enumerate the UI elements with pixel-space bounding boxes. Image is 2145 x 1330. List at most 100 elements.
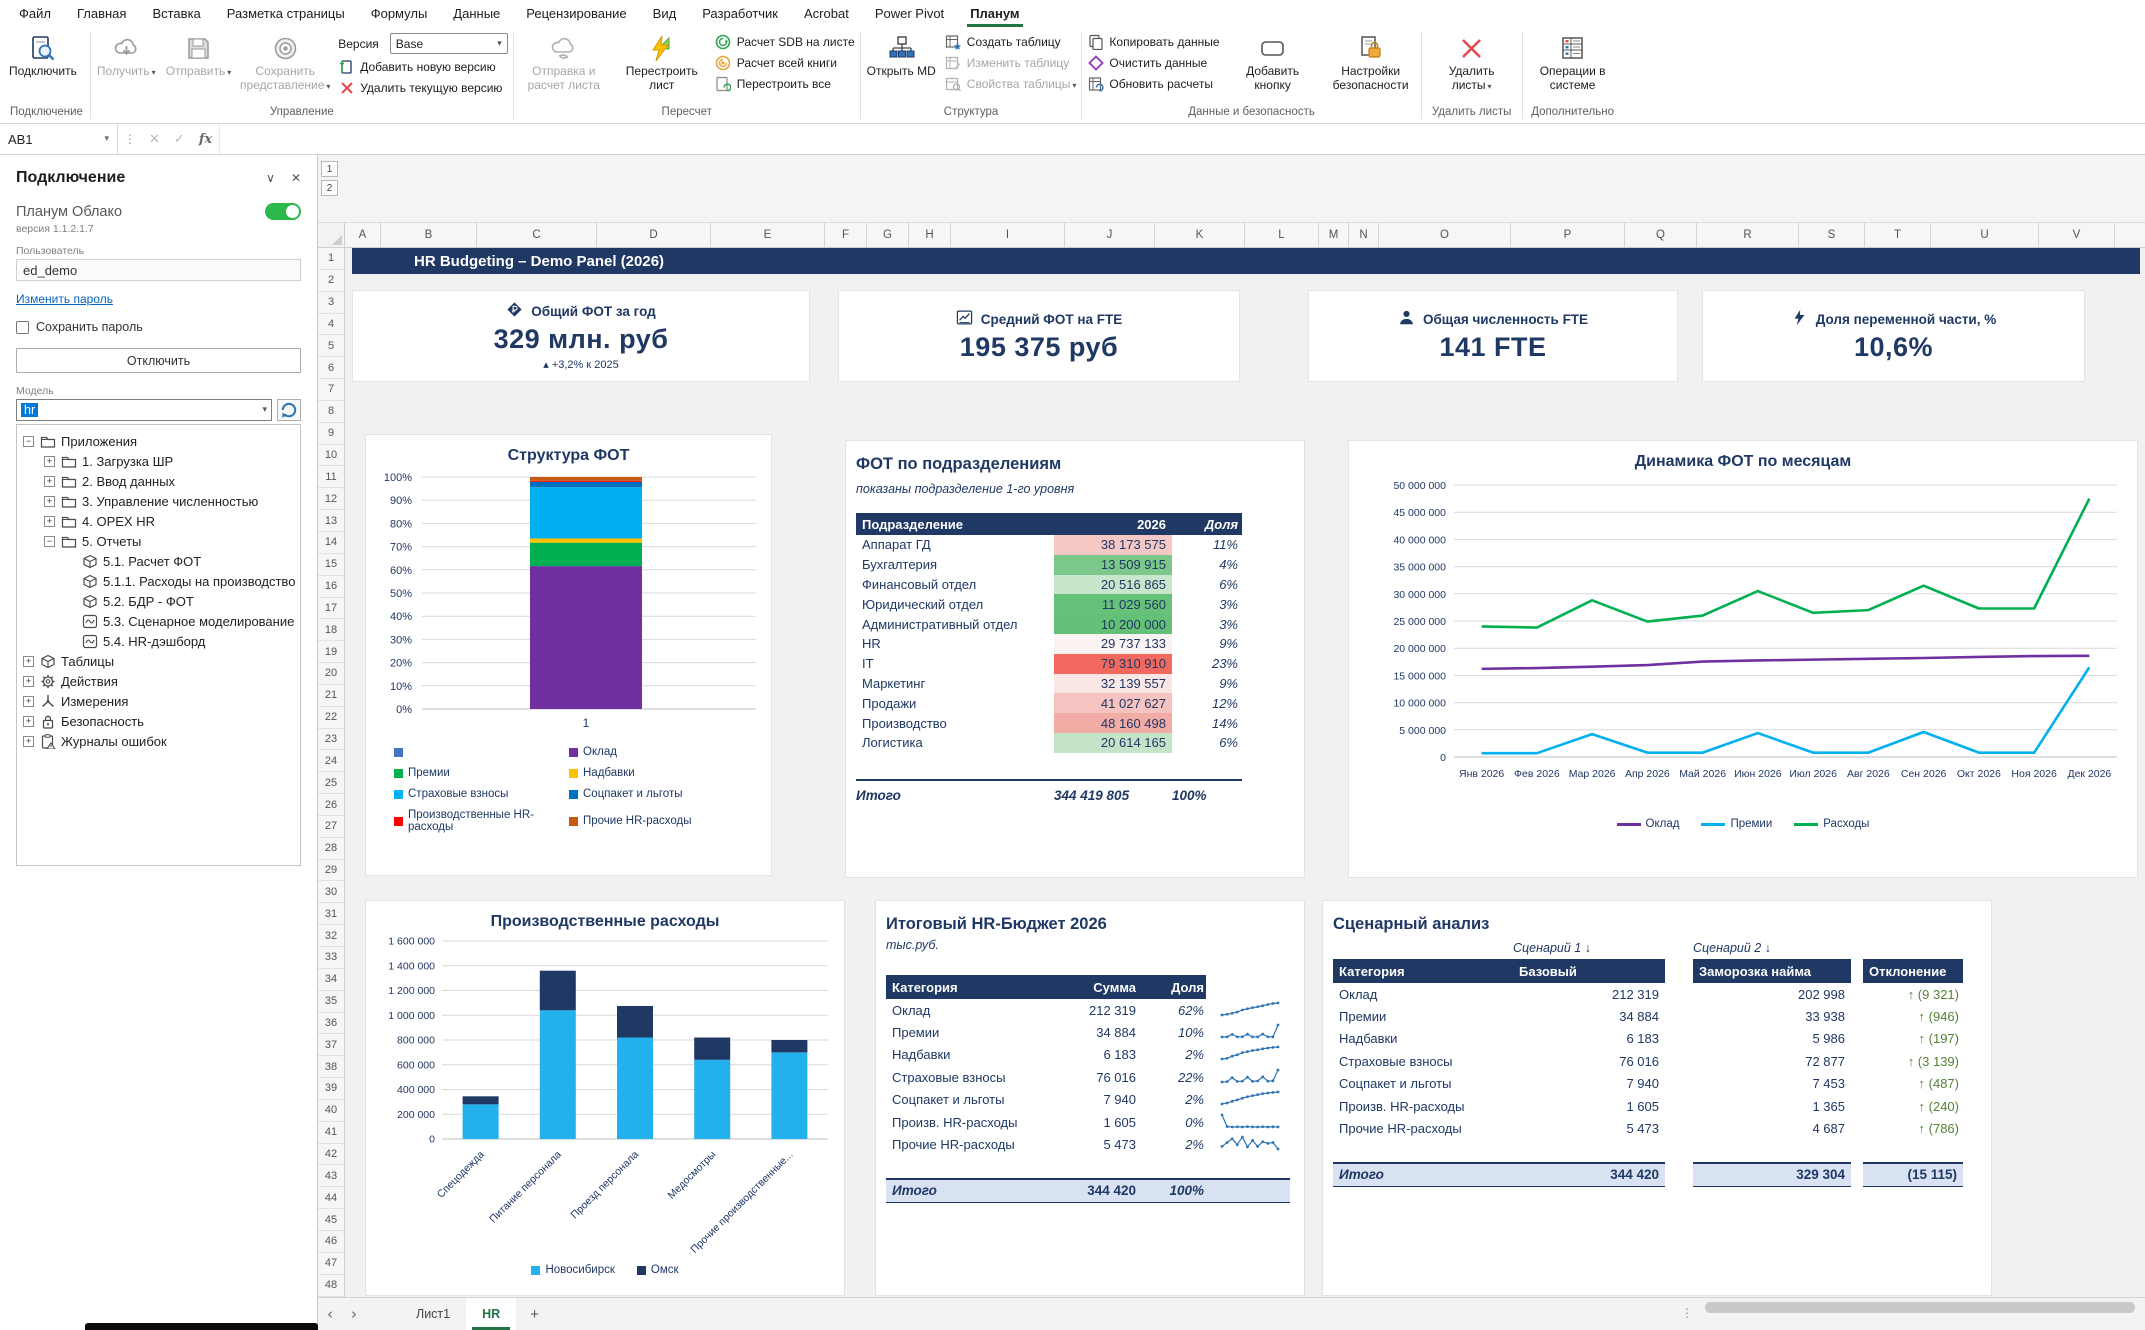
menu-item-2[interactable]: Главная bbox=[64, 0, 139, 27]
row-header-17[interactable]: 17 bbox=[318, 598, 344, 620]
expand-toggle-icon[interactable]: + bbox=[23, 656, 34, 667]
menu-item-9[interactable]: Разработчик bbox=[689, 0, 791, 27]
menu-item-12[interactable]: Планум bbox=[957, 0, 1032, 27]
row-header-26[interactable]: 26 bbox=[318, 794, 344, 816]
ribbon-button-очистить-данные[interactable]: Очистить данные bbox=[1087, 54, 1219, 71]
tree-item-13[interactable]: +Действия bbox=[19, 671, 298, 691]
row-header-3[interactable]: 3 bbox=[318, 292, 344, 314]
ribbon-button-отправить[interactable]: Отправить▾ bbox=[161, 29, 237, 81]
tree-item-9[interactable]: 5.2. БДР - ФОТ bbox=[19, 591, 298, 611]
row-header-31[interactable]: 31 bbox=[318, 903, 344, 925]
row-header-27[interactable]: 27 bbox=[318, 816, 344, 838]
column-header-N[interactable]: N bbox=[1349, 223, 1379, 247]
column-header-M[interactable]: M bbox=[1319, 223, 1349, 247]
formula-input[interactable] bbox=[219, 124, 2145, 154]
row-header-18[interactable]: 18 bbox=[318, 619, 344, 641]
row-header-39[interactable]: 39 bbox=[318, 1078, 344, 1100]
change-password-link[interactable]: Изменить пароль bbox=[16, 292, 113, 306]
fx-icon[interactable]: fx bbox=[192, 124, 219, 154]
menu-item-10[interactable]: Acrobat bbox=[791, 0, 862, 27]
column-header-P[interactable]: P bbox=[1511, 223, 1625, 247]
tree-item-8[interactable]: 5.1.1. Расходы на производство bbox=[19, 571, 298, 591]
column-header-T[interactable]: T bbox=[1865, 223, 1931, 247]
outline-level-1[interactable]: 1 bbox=[321, 161, 338, 177]
ribbon-button-добавить-кнопку[interactable]: Добавить кнопку bbox=[1224, 29, 1322, 95]
row-header-43[interactable]: 43 bbox=[318, 1165, 344, 1187]
ribbon-button-отправка-и-расчет-листа[interactable]: Отправка и расчет листа bbox=[515, 29, 613, 95]
column-header-O[interactable]: O bbox=[1379, 223, 1511, 247]
row-header-34[interactable]: 34 bbox=[318, 969, 344, 991]
row-header-19[interactable]: 19 bbox=[318, 641, 344, 663]
row-header-46[interactable]: 46 bbox=[318, 1231, 344, 1253]
collapse-chevron-icon[interactable]: ∨ bbox=[266, 171, 275, 185]
column-header-V[interactable]: V bbox=[2039, 223, 2115, 247]
row-header-10[interactable]: 10 bbox=[318, 445, 344, 467]
model-input[interactable]: hr ▾ bbox=[16, 399, 272, 421]
tree-item-15[interactable]: +Безопасность bbox=[19, 711, 298, 731]
sheet-tab-Лист1[interactable]: Лист1 bbox=[400, 1298, 466, 1330]
ribbon-button-сохранить-представление[interactable]: Сохранить представление▾ bbox=[236, 29, 334, 95]
name-box[interactable]: AB1 ▾ bbox=[0, 124, 118, 154]
sheet-nav-next-icon[interactable]: › bbox=[342, 1305, 366, 1323]
tree-item-16[interactable]: +Журналы ошибок bbox=[19, 731, 298, 751]
model-refresh-button[interactable] bbox=[277, 399, 301, 421]
column-header-E[interactable]: E bbox=[711, 223, 825, 247]
ribbon-button-расчет-sdb-на-листе[interactable]: Расчет SDB на листе bbox=[715, 33, 855, 50]
row-header-22[interactable]: 22 bbox=[318, 707, 344, 729]
column-header-I[interactable]: I bbox=[951, 223, 1065, 247]
row-header-14[interactable]: 14 bbox=[318, 532, 344, 554]
expand-toggle-icon[interactable]: + bbox=[23, 736, 34, 747]
row-header-32[interactable]: 32 bbox=[318, 925, 344, 947]
tree-item-10[interactable]: 5.3. Сценарное моделирование bbox=[19, 611, 298, 631]
ribbon-button-расчет-всей-книги[interactable]: Расчет всей книги bbox=[715, 54, 855, 71]
column-header-K[interactable]: K bbox=[1155, 223, 1245, 247]
row-header-13[interactable]: 13 bbox=[318, 510, 344, 532]
ribbon-button-свойства-таблицы[interactable]: Свойства таблицы▾ bbox=[945, 75, 1077, 92]
select-all-corner[interactable] bbox=[318, 223, 345, 247]
row-header-11[interactable]: 11 bbox=[318, 466, 344, 488]
expand-toggle-icon[interactable]: + bbox=[23, 716, 34, 727]
save-password-checkbox[interactable] bbox=[16, 321, 29, 334]
tree-item-3[interactable]: +2. Ввод данных bbox=[19, 471, 298, 491]
row-header-47[interactable]: 47 bbox=[318, 1253, 344, 1275]
ribbon-button-изменить-таблицу[interactable]: Изменить таблицу bbox=[945, 54, 1077, 71]
expand-toggle-icon[interactable]: + bbox=[23, 696, 34, 707]
collapse-toggle-icon[interactable]: − bbox=[44, 536, 55, 547]
row-header-8[interactable]: 8 bbox=[318, 401, 344, 423]
tree-item-7[interactable]: 5.1. Расчет ФОТ bbox=[19, 551, 298, 571]
enter-icon[interactable]: ✓ bbox=[167, 124, 192, 154]
row-header-2[interactable]: 2 bbox=[318, 270, 344, 292]
ribbon-button-перестроить-все[interactable]: Перестроить все bbox=[715, 75, 855, 92]
expand-toggle-icon[interactable]: + bbox=[44, 516, 55, 527]
row-header-4[interactable]: 4 bbox=[318, 314, 344, 336]
sheet-nav-prev-icon[interactable]: ‹ bbox=[318, 1305, 342, 1323]
row-header-1[interactable]: 1 bbox=[318, 248, 344, 270]
ribbon-button-открыть-md[interactable]: Открыть MD bbox=[862, 29, 941, 81]
tree-item-1[interactable]: −Приложения bbox=[19, 431, 298, 451]
menu-item-5[interactable]: Формулы bbox=[358, 0, 441, 27]
tree-item-11[interactable]: 5.4. HR-дэшборд bbox=[19, 631, 298, 651]
outline-level-2[interactable]: 2 bbox=[321, 180, 338, 196]
row-header-35[interactable]: 35 bbox=[318, 991, 344, 1013]
column-header-G[interactable]: G bbox=[867, 223, 909, 247]
column-header-S[interactable]: S bbox=[1799, 223, 1865, 247]
menu-item-11[interactable]: Power Pivot bbox=[862, 0, 957, 27]
row-header-24[interactable]: 24 bbox=[318, 750, 344, 772]
tree-item-4[interactable]: +3. Управление численностью bbox=[19, 491, 298, 511]
column-header-Q[interactable]: Q bbox=[1625, 223, 1697, 247]
ribbon-button-подключить[interactable]: Подключить bbox=[4, 29, 82, 81]
tree-item-14[interactable]: +Измерения bbox=[19, 691, 298, 711]
row-header-45[interactable]: 45 bbox=[318, 1209, 344, 1231]
column-header-J[interactable]: J bbox=[1065, 223, 1155, 247]
row-header-42[interactable]: 42 bbox=[318, 1144, 344, 1166]
row-header-25[interactable]: 25 bbox=[318, 772, 344, 794]
row-header-33[interactable]: 33 bbox=[318, 947, 344, 969]
ribbon-button-перестроить-лист[interactable]: Перестроить лист bbox=[613, 29, 711, 95]
menu-item-7[interactable]: Рецензирование bbox=[513, 0, 639, 27]
ribbon-button-настройки-безопасности[interactable]: Настройки безопасности bbox=[1322, 29, 1420, 95]
column-header-A[interactable]: A bbox=[345, 223, 381, 247]
ribbon-button-удалить-листы[interactable]: Удалить листы▾ bbox=[1423, 29, 1521, 95]
row-header-16[interactable]: 16 bbox=[318, 576, 344, 598]
version-select[interactable]: Base▾ bbox=[390, 33, 508, 54]
ribbon-button-обновить-расчеты[interactable]: Обновить расчеты bbox=[1087, 75, 1219, 92]
